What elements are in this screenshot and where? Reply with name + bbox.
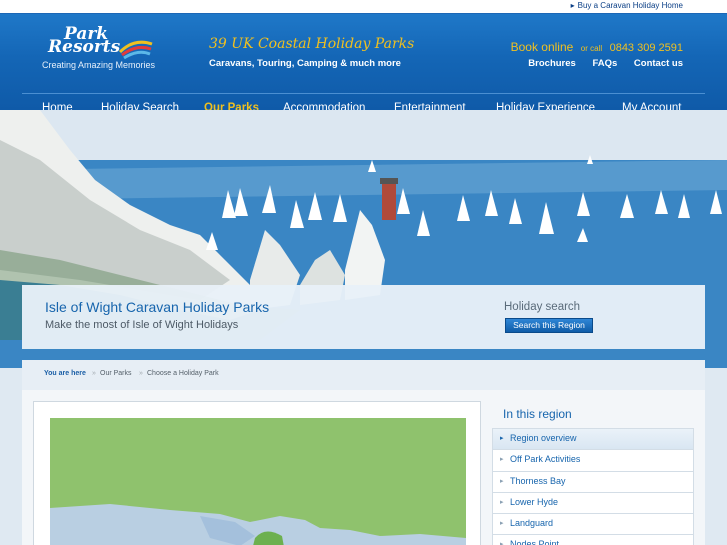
buy-caravan-link[interactable]: Buy a Caravan Holiday Home [571,1,683,10]
breadcrumb: You are here » Our Parks » Choose a Holi… [22,360,705,390]
brochures-link[interactable]: Brochures [528,58,576,69]
breadcrumb-separator: » [139,370,143,377]
breadcrumb-our-parks[interactable]: Our Parks [100,370,132,377]
breadcrumb-you-are-here: You are here [44,370,86,377]
book-online-block: Book online or call 0843 309 2591 [511,38,683,56]
phone-number[interactable]: 0843 309 2591 [610,42,683,54]
breadcrumb-separator: » [92,370,96,377]
region-menu: Region overview Off Park Activities Thor… [492,428,694,545]
logo-line-2: Resorts [48,37,121,57]
breadcrumb-current: Choose a Holiday Park [147,370,219,377]
map-water-shape [50,504,466,545]
parks-count-title: 39 UK Coastal Holiday Parks [209,36,415,52]
region-banner: Isle of Wight Caravan Holiday Parks Make… [22,285,705,349]
logo-swirl-icon [118,40,153,60]
contact-us-link[interactable]: Contact us [634,58,683,69]
region-menu-item[interactable]: Landguard [492,513,694,535]
region-menu-item[interactable]: Lower Hyde [492,491,694,514]
site-header: Park Resorts Creating Amazing Memories 3… [0,14,727,114]
search-region-button[interactable]: Search this Region [505,318,593,333]
page-title: Isle of Wight Caravan Holiday Parks [45,299,270,315]
tagline: Creating Amazing Memories [42,60,156,70]
holiday-search-label: Holiday search [504,301,581,313]
region-menu-item[interactable]: Off Park Activities [492,449,694,471]
region-menu-item[interactable]: Thorness Bay [492,470,694,492]
faqs-link[interactable]: FAQs [592,58,617,69]
or-call-text: or call [580,44,603,53]
parks-subtitle: Caravans, Touring, Camping & much more [209,58,401,69]
region-menu-item[interactable]: Region overview [492,428,694,450]
top-strip: Buy a Caravan Holiday Home [0,0,727,14]
header-links: Brochures FAQs Contact us [514,58,683,69]
page-subtitle: Make the most of Isle of Wight Holidays [45,319,239,331]
region-panel-title: In this region [503,407,572,421]
region-map[interactable] [50,418,466,545]
book-online-link[interactable]: Book online [511,40,574,54]
region-menu-item[interactable]: Nodes Point [492,534,694,545]
